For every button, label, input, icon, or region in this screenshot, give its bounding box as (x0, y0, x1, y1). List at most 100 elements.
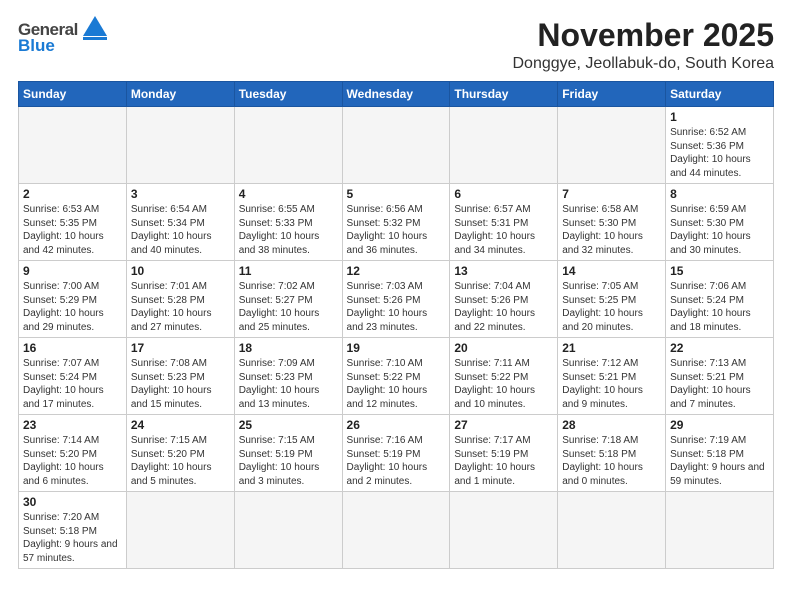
header-saturday: Saturday (666, 82, 774, 107)
day-info: Sunrise: 7:19 AM Sunset: 5:18 PM Dayligh… (670, 434, 769, 488)
day-number: 20 (454, 341, 553, 355)
day-number: 13 (454, 264, 553, 278)
calendar-cell: 24 Sunrise: 7:15 AM Sunset: 5:20 PM Dayli… (126, 415, 234, 492)
day-info: Sunrise: 7:03 AM Sunset: 5:26 PM Dayligh… (347, 280, 446, 334)
day-info: Sunrise: 7:05 AM Sunset: 5:25 PM Dayligh… (562, 280, 661, 334)
calendar-cell (19, 107, 127, 184)
day-info: Sunrise: 7:18 AM Sunset: 5:18 PM Dayligh… (562, 434, 661, 488)
calendar-cell: 29Sunrise: 7:19 AM Sunset: 5:18 PM Dayli… (666, 415, 774, 492)
day-number: 6 (454, 187, 553, 201)
day-number: 5 (347, 187, 446, 201)
day-number: 27 (454, 418, 553, 432)
calendar-week-row: 1 Sunrise: 6:52 AM Sunset: 5:36 PM Daylig… (19, 107, 774, 184)
day-info: Sunrise: 7:07 AM Sunset: 5:24 PM Dayligh… (23, 357, 122, 411)
day-number: 16 (23, 341, 122, 355)
day-info: Sunrise: 7:13 AM Sunset: 5:21 PM Dayligh… (670, 357, 769, 411)
calendar-cell: 2Sunrise: 6:53 AM Sunset: 5:35 PM Daylig… (19, 184, 127, 261)
calendar-cell: 27 Sunrise: 7:17 AM Sunset: 5:19 PM Dayli… (450, 415, 558, 492)
day-number: 15 (670, 264, 769, 278)
calendar-cell: 28 Sunrise: 7:18 AM Sunset: 5:18 PM Dayli… (558, 415, 666, 492)
calendar-cell: 19Sunrise: 7:10 AM Sunset: 5:22 PM Dayli… (342, 338, 450, 415)
day-info: Sunrise: 7:01 AM Sunset: 5:28 PM Dayligh… (131, 280, 230, 334)
calendar-cell (450, 107, 558, 184)
calendar-cell (666, 492, 774, 569)
title-block: November 2025 Donggye, Jeollabuk-do, Sou… (512, 18, 774, 73)
day-number: 10 (131, 264, 230, 278)
calendar-cell: 10 Sunrise: 7:01 AM Sunset: 5:28 PM Dayli… (126, 261, 234, 338)
day-info: Sunrise: 6:52 AM Sunset: 5:36 PM Dayligh… (670, 126, 769, 180)
calendar-cell: 12Sunrise: 7:03 AM Sunset: 5:26 PM Dayli… (342, 261, 450, 338)
day-info: Sunrise: 6:57 AM Sunset: 5:31 PM Dayligh… (454, 203, 553, 257)
day-number: 25 (239, 418, 338, 432)
day-number: 26 (347, 418, 446, 432)
calendar-cell: 11Sunrise: 7:02 AM Sunset: 5:27 PM Dayli… (234, 261, 342, 338)
calendar-week-row: 9Sunrise: 7:00 AM Sunset: 5:29 PM Daylig… (19, 261, 774, 338)
header-thursday: Thursday (450, 82, 558, 107)
day-number: 4 (239, 187, 338, 201)
day-number: 9 (23, 264, 122, 278)
calendar-cell: 9Sunrise: 7:00 AM Sunset: 5:29 PM Daylig… (19, 261, 127, 338)
weekday-header-row: Sunday Monday Tuesday Wednesday Thursday… (19, 82, 774, 107)
calendar-body: 1 Sunrise: 6:52 AM Sunset: 5:36 PM Daylig… (19, 107, 774, 569)
day-info: Sunrise: 7:17 AM Sunset: 5:19 PM Dayligh… (454, 434, 553, 488)
calendar-cell: 1 Sunrise: 6:52 AM Sunset: 5:36 PM Daylig… (666, 107, 774, 184)
day-number: 1 (670, 110, 769, 124)
calendar-cell: 13 Sunrise: 7:04 AM Sunset: 5:26 PM Dayli… (450, 261, 558, 338)
day-info: Sunrise: 7:04 AM Sunset: 5:26 PM Dayligh… (454, 280, 553, 334)
calendar-cell: 18Sunrise: 7:09 AM Sunset: 5:23 PM Dayli… (234, 338, 342, 415)
day-number: 7 (562, 187, 661, 201)
day-number: 3 (131, 187, 230, 201)
header: General Blue November 2025 Donggye, Jeol… (18, 18, 774, 73)
calendar-cell (126, 107, 234, 184)
day-info: Sunrise: 6:54 AM Sunset: 5:34 PM Dayligh… (131, 203, 230, 257)
day-info: Sunrise: 7:15 AM Sunset: 5:20 PM Dayligh… (131, 434, 230, 488)
day-info: Sunrise: 6:59 AM Sunset: 5:30 PM Dayligh… (670, 203, 769, 257)
day-number: 19 (347, 341, 446, 355)
header-wednesday: Wednesday (342, 82, 450, 107)
calendar-cell: 23Sunrise: 7:14 AM Sunset: 5:20 PM Dayli… (19, 415, 127, 492)
calendar-cell (234, 107, 342, 184)
day-info: Sunrise: 6:55 AM Sunset: 5:33 PM Dayligh… (239, 203, 338, 257)
logo: General Blue (18, 18, 109, 56)
calendar-cell (342, 492, 450, 569)
day-number: 28 (562, 418, 661, 432)
calendar-cell: 5Sunrise: 6:56 AM Sunset: 5:32 PM Daylig… (342, 184, 450, 261)
calendar-week-row: 23Sunrise: 7:14 AM Sunset: 5:20 PM Dayli… (19, 415, 774, 492)
header-tuesday: Tuesday (234, 82, 342, 107)
calendar-week-row: 30 Sunrise: 7:20 AM Sunset: 5:18 PM Dayli… (19, 492, 774, 569)
calendar-cell: 22 Sunrise: 7:13 AM Sunset: 5:21 PM Dayli… (666, 338, 774, 415)
calendar-cell: 7 Sunrise: 6:58 AM Sunset: 5:30 PM Daylig… (558, 184, 666, 261)
calendar-cell (558, 492, 666, 569)
day-info: Sunrise: 7:16 AM Sunset: 5:19 PM Dayligh… (347, 434, 446, 488)
day-number: 24 (131, 418, 230, 432)
calendar-cell: 15 Sunrise: 7:06 AM Sunset: 5:24 PM Dayli… (666, 261, 774, 338)
calendar-cell (342, 107, 450, 184)
day-number: 14 (562, 264, 661, 278)
calendar-table: Sunday Monday Tuesday Wednesday Thursday… (18, 81, 774, 569)
day-number: 17 (131, 341, 230, 355)
day-number: 30 (23, 495, 122, 509)
header-friday: Friday (558, 82, 666, 107)
day-info: Sunrise: 7:11 AM Sunset: 5:22 PM Dayligh… (454, 357, 553, 411)
calendar-cell (558, 107, 666, 184)
calendar-cell (126, 492, 234, 569)
calendar-cell: 30 Sunrise: 7:20 AM Sunset: 5:18 PM Dayli… (19, 492, 127, 569)
day-info: Sunrise: 6:53 AM Sunset: 5:35 PM Dayligh… (23, 203, 122, 257)
day-number: 18 (239, 341, 338, 355)
month-title: November 2025 (512, 18, 774, 53)
calendar-cell: 6 Sunrise: 6:57 AM Sunset: 5:31 PM Daylig… (450, 184, 558, 261)
logo-blue-text: Blue (18, 36, 55, 56)
day-number: 22 (670, 341, 769, 355)
calendar-cell: 14 Sunrise: 7:05 AM Sunset: 5:25 PM Dayli… (558, 261, 666, 338)
day-info: Sunrise: 7:12 AM Sunset: 5:21 PM Dayligh… (562, 357, 661, 411)
calendar-cell: 21Sunrise: 7:12 AM Sunset: 5:21 PM Dayli… (558, 338, 666, 415)
day-info: Sunrise: 7:20 AM Sunset: 5:18 PM Dayligh… (23, 511, 122, 565)
day-info: Sunrise: 7:06 AM Sunset: 5:24 PM Dayligh… (670, 280, 769, 334)
day-number: 8 (670, 187, 769, 201)
day-info: Sunrise: 6:58 AM Sunset: 5:30 PM Dayligh… (562, 203, 661, 257)
calendar-cell (234, 492, 342, 569)
day-number: 11 (239, 264, 338, 278)
calendar-cell: 26 Sunrise: 7:16 AM Sunset: 5:19 PM Dayli… (342, 415, 450, 492)
calendar-cell: 4 Sunrise: 6:55 AM Sunset: 5:33 PM Daylig… (234, 184, 342, 261)
calendar-cell: 8 Sunrise: 6:59 AM Sunset: 5:30 PM Daylig… (666, 184, 774, 261)
